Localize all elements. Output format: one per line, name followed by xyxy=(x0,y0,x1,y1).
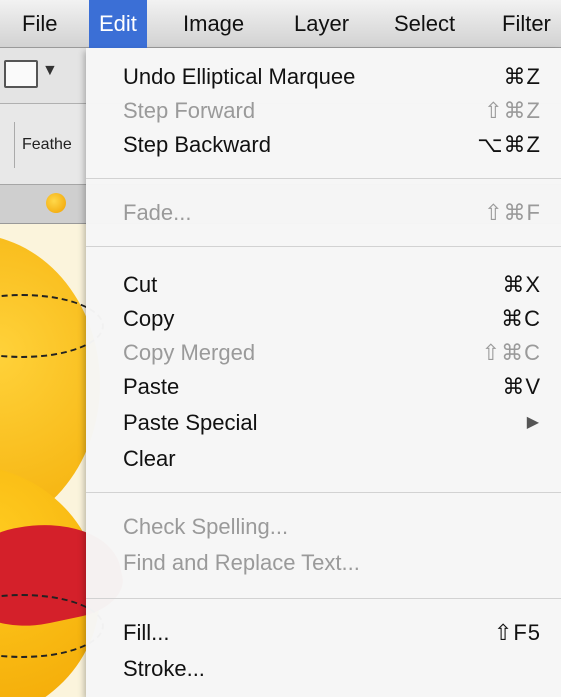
menu-item-label: Step Forward xyxy=(123,98,256,123)
menu-item-copy-merged: Copy Merged ⇧⌘C xyxy=(123,336,541,370)
menu-edit[interactable]: Edit xyxy=(89,0,147,48)
menu-image[interactable]: Image xyxy=(173,0,254,48)
marquee-tool-icon[interactable] xyxy=(4,60,38,88)
shortcut-label: ⌘X xyxy=(502,272,541,297)
menu-separator xyxy=(86,492,561,493)
menu-separator xyxy=(86,598,561,599)
menu-item-find-replace: Find and Replace Text... xyxy=(123,546,541,580)
menu-item-stroke[interactable]: Stroke... xyxy=(123,652,541,686)
shortcut-label: ⇧⌘Z xyxy=(484,98,541,123)
shortcut-label: ⇧⌘F xyxy=(484,200,541,225)
menu-item-label: Paste xyxy=(123,374,180,399)
shortcut-label: ⇧⌘C xyxy=(481,340,541,365)
shortcut-label: ⇧F5 xyxy=(493,620,541,645)
menu-item-label: Fade... xyxy=(123,200,192,225)
menu-item-label: Paste Special xyxy=(123,410,258,435)
document-thumbnail-icon xyxy=(46,193,66,213)
divider xyxy=(14,122,15,168)
menu-item-paste-special[interactable]: Paste Special ▶ xyxy=(123,406,541,440)
menu-file[interactable]: File xyxy=(12,0,67,48)
shortcut-label: ⌘V xyxy=(502,374,541,399)
shortcut-label: ⌘C xyxy=(501,306,541,331)
triangle-right-icon: ▶ xyxy=(526,414,539,431)
menu-item-check-spelling: Check Spelling... xyxy=(123,510,541,544)
menu-item-fill[interactable]: Fill... ⇧F5 xyxy=(123,616,541,650)
menu-item-label: Copy xyxy=(123,306,175,331)
menu-item-paste[interactable]: Paste ⌘V xyxy=(123,370,541,404)
menu-item-step-backward[interactable]: Step Backward ⌥⌘Z xyxy=(123,128,541,162)
menu-separator xyxy=(86,178,561,179)
menu-item-copy[interactable]: Copy ⌘C xyxy=(123,302,541,336)
menu-item-label: Clear xyxy=(123,446,176,471)
menu-item-label: Copy Merged xyxy=(123,340,256,365)
menu-item-label: Step Backward xyxy=(123,132,271,157)
menu-item-label: Stroke... xyxy=(123,656,205,681)
menu-item-label: Find and Replace Text... xyxy=(123,550,360,575)
shortcut-label: ⌥⌘Z xyxy=(477,132,541,157)
menu-select[interactable]: Select xyxy=(384,0,465,48)
menu-item-label: Undo Elliptical Marquee xyxy=(123,64,356,89)
feather-label: Feathe xyxy=(22,136,72,153)
menu-item-clear[interactable]: Clear xyxy=(123,442,541,476)
menu-item-label: Cut xyxy=(123,272,158,297)
shortcut-label: ⌘Z xyxy=(503,64,541,89)
menu-item-step-forward: Step Forward ⇧⌘Z xyxy=(123,94,541,128)
menu-item-undo[interactable]: Undo Elliptical Marquee ⌘Z xyxy=(123,60,541,94)
menu-filter[interactable]: Filter xyxy=(492,0,561,48)
menu-item-label: Fill... xyxy=(123,620,170,645)
menu-item-fade: Fade... ⇧⌘F xyxy=(123,196,541,230)
menu-item-cut[interactable]: Cut ⌘X xyxy=(123,268,541,302)
chevron-down-icon[interactable]: ▼ xyxy=(42,62,58,80)
menu-layer[interactable]: Layer xyxy=(284,0,359,48)
menu-item-label: Check Spelling... xyxy=(123,514,289,539)
menu-bar: File Edit Image Layer Select Filter xyxy=(0,0,561,48)
menu-separator xyxy=(86,246,561,247)
edit-menu-dropdown: Undo Elliptical Marquee ⌘Z Step Forward … xyxy=(86,48,561,697)
